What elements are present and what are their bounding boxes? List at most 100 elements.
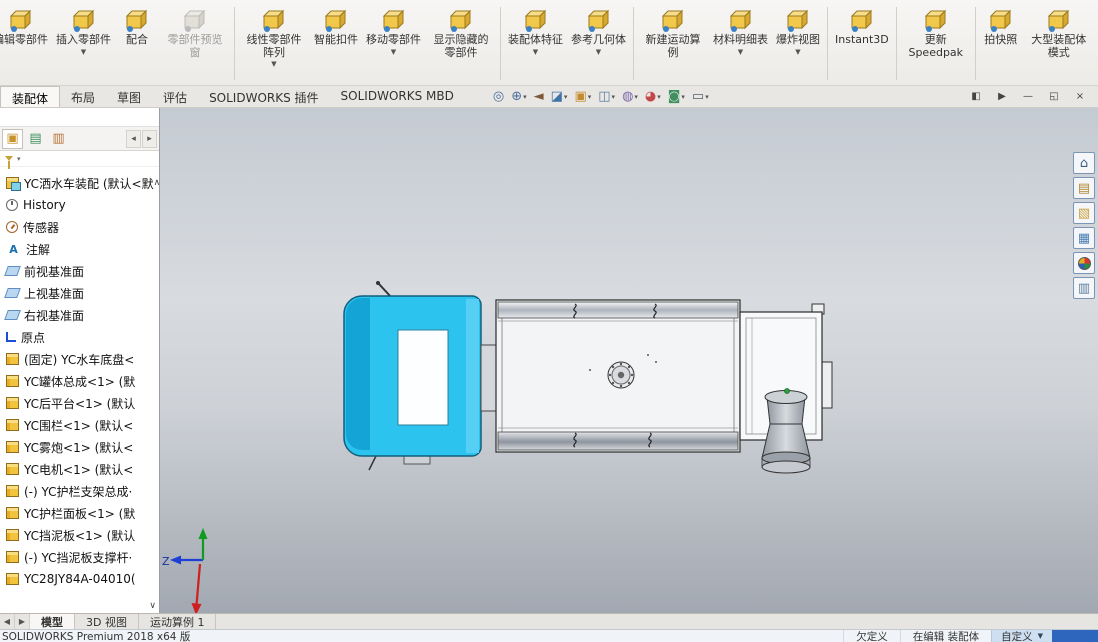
ribbon-separator: [633, 7, 634, 80]
assembly-features-button[interactable]: 装配体特征 ▼: [505, 2, 566, 85]
tab-scroll-left-button[interactable]: ◀: [0, 614, 15, 629]
command-tab[interactable]: 布局: [60, 86, 106, 107]
configurationmanager-tab[interactable]: ▥: [48, 129, 69, 149]
model-fog-cannon[interactable]: [761, 388, 811, 474]
bill-of-materials-button[interactable]: 材料明细表 ▼: [710, 2, 771, 85]
zoom-fit-icon: ◎: [492, 89, 505, 104]
document-tab[interactable]: 模型: [30, 614, 75, 629]
statusbar-corner-block: [1052, 630, 1098, 642]
graphics-area[interactable]: Z ⌂ ▤ ▧ ▦ ▥: [160, 108, 1098, 613]
component-preview-window-button[interactable]: 零部件预览窗: [160, 2, 230, 85]
view-settings-button[interactable]: ▭ ▾: [690, 87, 711, 106]
file-explorer-button[interactable]: ▧: [1073, 202, 1095, 224]
tree-item[interactable]: YC28JY84A-04010(: [0, 568, 159, 590]
tree-item[interactable]: (固定) YC水车底盘<: [0, 348, 159, 370]
filter-dropdown-caret[interactable]: ▾: [17, 155, 21, 163]
tree-item[interactable]: YC围栏<1> (默认<: [0, 414, 159, 436]
next-window-button[interactable]: ▶: [992, 89, 1012, 104]
tree-item[interactable]: YC挡泥板<1> (默认: [0, 524, 159, 546]
panel-scroll-left-button[interactable]: ◂: [126, 129, 141, 148]
command-tab[interactable]: 评估: [152, 86, 198, 107]
zoom-fit-button[interactable]: ◎: [491, 87, 506, 106]
ribbon: 编辑零部件 插入零部件 ▼ 配合: [0, 0, 1098, 86]
solidworks-resources-button[interactable]: ⌂: [1073, 152, 1095, 174]
minimize-window-button[interactable]: —: [1018, 89, 1038, 104]
command-tab[interactable]: SOLIDWORKS 插件: [198, 86, 329, 107]
instant3d-button[interactable]: Instant3D: [832, 2, 892, 85]
reference-geometry-icon: [584, 6, 614, 34]
edit-appearance-button[interactable]: ◕ ▾: [643, 87, 663, 106]
zoom-area-button[interactable]: ⊕ ▾: [509, 87, 528, 106]
custom-properties-button[interactable]: ▥: [1073, 277, 1095, 299]
tree-item[interactable]: 传感器: [0, 216, 159, 238]
statusbar-right: 欠定义 在编辑 装配体 自定义 ▼: [843, 630, 1098, 642]
model-chassis-connector[interactable]: [480, 344, 497, 412]
appearances-scenes-button[interactable]: [1073, 252, 1095, 274]
insert-components-button[interactable]: 插入零部件 ▼: [53, 2, 114, 85]
large-assembly-mode-button[interactable]: 大型装配体模式: [1024, 2, 1094, 85]
model-tank[interactable]: [495, 299, 741, 453]
apply-scene-button[interactable]: ◙ ▾: [666, 87, 687, 106]
tree-item[interactable]: (-) YC挡泥板支撑杆·: [0, 546, 159, 568]
tree-item[interactable]: YC罐体总成<1> (默: [0, 370, 159, 392]
previous-window-button[interactable]: ◧: [966, 89, 986, 104]
linear-component-pattern-button[interactable]: 线性零部件阵列 ▼: [239, 2, 309, 85]
reference-geometry-button[interactable]: 参考几何体 ▼: [568, 2, 629, 85]
mate-button[interactable]: 配合: [116, 2, 158, 85]
edit-component-button[interactable]: 编辑零部件: [0, 2, 51, 85]
new-motion-study-button[interactable]: 新建运动算例: [638, 2, 708, 85]
previous-view-icon: ◄: [533, 89, 544, 104]
tab-scroll-right-button[interactable]: ▶: [15, 614, 30, 629]
previous-view-button[interactable]: ◄: [532, 87, 546, 106]
panel-scroll-right-button[interactable]: ▸: [142, 129, 157, 148]
tree-scroll-down[interactable]: ∨: [149, 601, 156, 611]
tree-item[interactable]: 上视基准面: [0, 282, 159, 304]
display-style-button[interactable]: ◫ ▾: [596, 87, 617, 106]
tree-item[interactable]: YC电机<1> (默认<: [0, 458, 159, 480]
dropdown-caret-icon: ▾: [611, 92, 616, 101]
document-tab[interactable]: 运动算例 1: [139, 614, 217, 629]
filter-icon[interactable]: [5, 156, 13, 169]
section-view-button[interactable]: ◪ ▾: [549, 87, 570, 106]
tree-item[interactable]: History: [0, 194, 159, 216]
tree-item[interactable]: YC后平台<1> (默认: [0, 392, 159, 414]
model-cab[interactable]: [343, 281, 482, 471]
view-orientation-button[interactable]: ▣ ▾: [572, 87, 593, 106]
tree-root-item[interactable]: YC洒水车装配 (默认<默 ∧: [0, 172, 159, 194]
featuremanager-tab[interactable]: ▣: [2, 128, 23, 149]
update-speedpak-button[interactable]: 更新Speedpak: [901, 2, 971, 85]
view-palette-button[interactable]: ▦: [1073, 227, 1095, 249]
command-tab[interactable]: 草图: [106, 86, 152, 107]
show-hidden-components-button[interactable]: 显示隐藏的零部件: [426, 2, 496, 85]
tree-item[interactable]: YC护栏面板<1> (默: [0, 502, 159, 524]
tree-item[interactable]: 右视基准面: [0, 304, 159, 326]
part-icon: [6, 441, 19, 453]
assembly-model[interactable]: Z: [160, 108, 1098, 613]
dropdown-caret-icon: ▾: [705, 92, 709, 101]
feature-tree: ∨ YC洒水车装配 (默认<默 ∧ History 传感器 注解 前视基准面 上…: [0, 167, 159, 613]
show-hidden-components-icon: [446, 6, 476, 34]
task-pane: ⌂ ▤ ▧ ▦ ▥: [1073, 152, 1095, 299]
command-tab[interactable]: SOLIDWORKS MBD: [330, 86, 465, 107]
tree-item[interactable]: 原点: [0, 326, 159, 348]
command-tab[interactable]: 装配体: [0, 86, 61, 107]
tree-item[interactable]: (-) YC护栏支架总成·: [0, 480, 159, 502]
tree-item[interactable]: YC雾炮<1> (默认<: [0, 436, 159, 458]
part-icon: [6, 507, 19, 519]
statusbar-customize-button[interactable]: 自定义 ▼: [991, 630, 1052, 642]
hide-show-items-button[interactable]: ◍ ▾: [620, 87, 640, 106]
part-icon: [6, 529, 19, 541]
take-snapshot-button[interactable]: 拍快照: [980, 2, 1022, 85]
part-icon: [6, 573, 19, 585]
tree-item[interactable]: 注解: [0, 238, 159, 260]
tree-scroll-up[interactable]: ∧: [154, 178, 159, 188]
exploded-view-button[interactable]: 爆炸视图 ▼: [773, 2, 823, 85]
smart-fasteners-button[interactable]: 智能扣件: [311, 2, 361, 85]
tree-item[interactable]: 前视基准面: [0, 260, 159, 282]
restore-window-button[interactable]: ◱: [1044, 89, 1064, 104]
propertymanager-tab[interactable]: ▤: [25, 129, 46, 149]
document-tab[interactable]: 3D 视图: [75, 614, 139, 629]
close-window-button[interactable]: ×: [1070, 89, 1090, 104]
move-component-button[interactable]: 移动零部件 ▼: [363, 2, 424, 85]
design-library-button[interactable]: ▤: [1073, 177, 1095, 199]
